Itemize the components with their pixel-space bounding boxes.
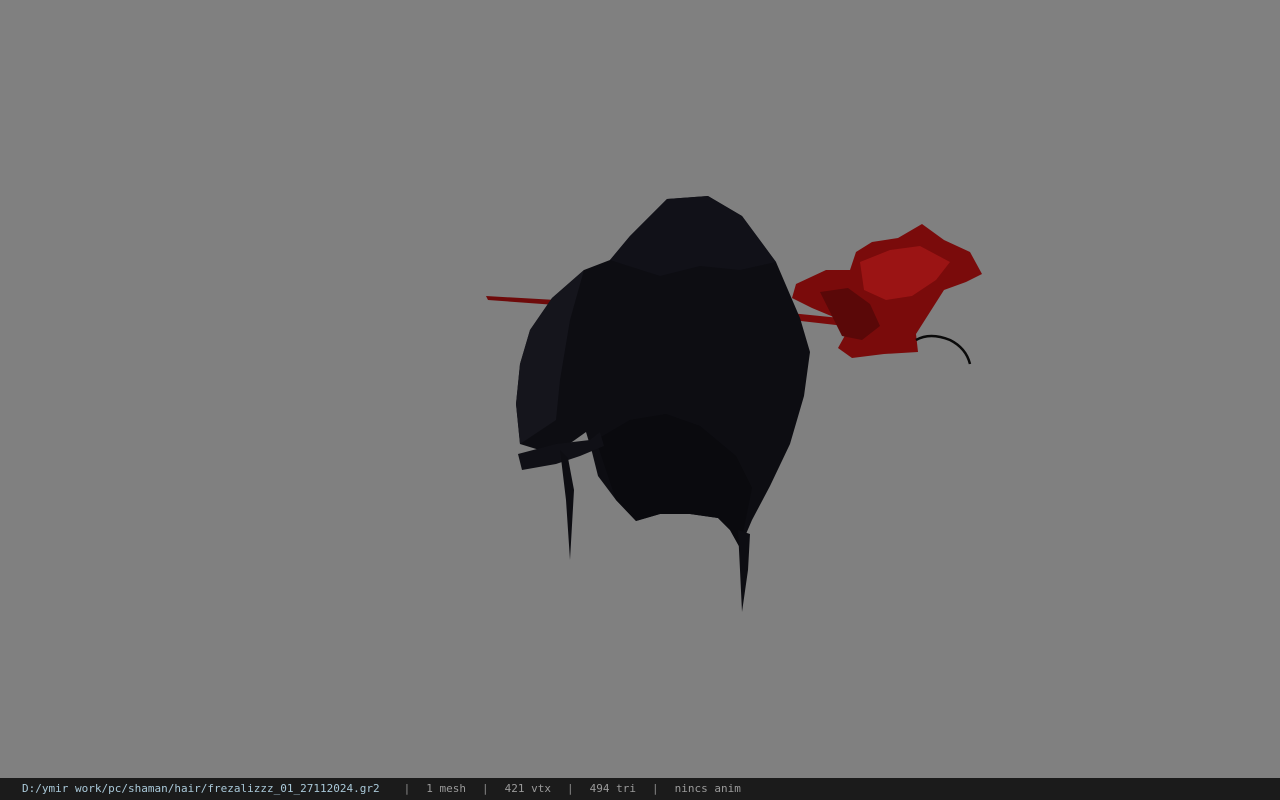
hair-pin (486, 296, 556, 305)
model-render (486, 196, 982, 612)
vertex-count: 421 vtx (504, 782, 551, 795)
file-path: D:/ymir work/pc/shaman/hair/frezalizzz_0… (22, 782, 380, 795)
hair-strand-right (738, 530, 750, 612)
hair-facet (610, 196, 776, 276)
separator: | (482, 782, 489, 795)
hair-strand-left (560, 450, 574, 560)
ornament-wire (915, 334, 972, 365)
triangle-count: 494 tri (589, 782, 636, 795)
mesh-count: 1 mesh (426, 782, 466, 795)
status-bar: D:/ymir work/pc/shaman/hair/frezalizzz_0… (0, 778, 1280, 800)
separator: | (403, 782, 411, 795)
separator: | (651, 782, 659, 795)
separator: | (566, 782, 574, 795)
animation-status: nincs anim (674, 782, 741, 795)
3d-viewport[interactable] (0, 0, 1280, 778)
